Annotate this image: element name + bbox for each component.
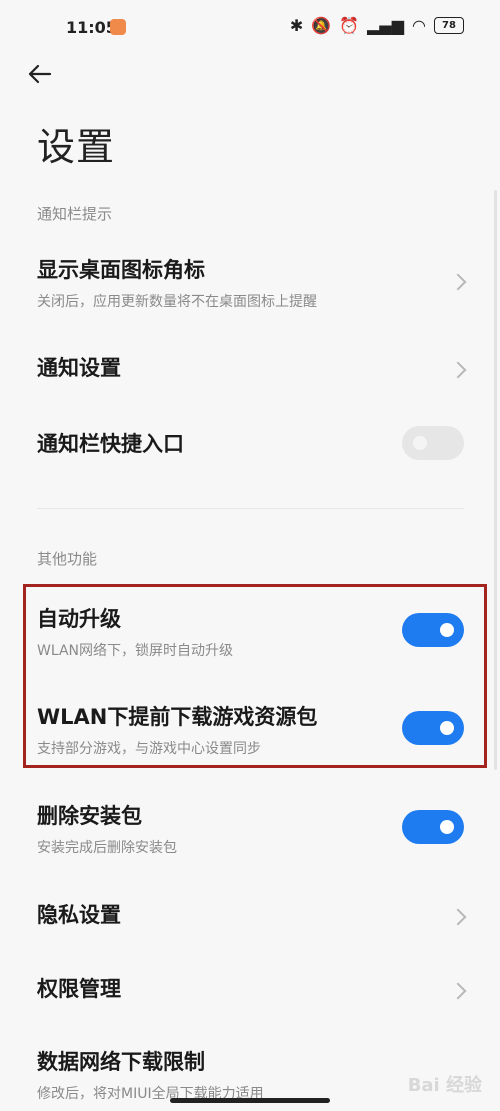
page-title: 设置 [37, 125, 116, 169]
mute-icon: 🔕 [311, 16, 332, 35]
toggle-knob [440, 820, 454, 834]
row-title: 权限管理 [37, 977, 121, 1001]
divider [37, 508, 464, 509]
row-title: 数据网络下载限制 [37, 1050, 205, 1074]
home-indicator[interactable] [170, 1098, 330, 1103]
auto-upgrade-toggle[interactable] [402, 613, 464, 647]
signal-icon: ▂▄▆ [367, 16, 405, 35]
row-subtitle: 支持部分游戏，与游戏中心设置同步 [37, 741, 261, 758]
bluetooth-icon: ✱ [289, 16, 304, 35]
row-predownload: WLAN下提前下载游戏资源包 支持部分游戏，与游戏中心设置同步 [37, 705, 464, 765]
toggle-knob [413, 436, 427, 450]
wifi-icon: ◠ [412, 16, 426, 35]
section-label-other: 其他功能 [37, 550, 98, 568]
status-bar: 11:05 ✱ 🔕 ⏰ ▂▄▆ ◠ 78 [0, 0, 500, 56]
delete-package-toggle[interactable] [402, 810, 464, 844]
row-notification-shortcut: 通知栏快捷入口 [37, 426, 464, 464]
row-permissions[interactable]: 权限管理 [37, 977, 467, 1007]
row-title: 删除安装包 [37, 804, 142, 828]
row-title: 自动升级 [37, 607, 121, 631]
row-auto-upgrade: 自动升级 WLAN网络下，锁屏时自动升级 [37, 607, 464, 667]
predownload-toggle[interactable] [402, 711, 464, 745]
row-delete-package: 删除安装包 安装完成后删除安装包 [37, 804, 464, 864]
toggle-knob [440, 623, 454, 637]
scrollbar[interactable] [494, 190, 497, 770]
row-title: 通知栏快捷入口 [37, 432, 184, 456]
row-title: 显示桌面图标角标 [37, 258, 205, 282]
watermark: Bai 经验 [407, 1075, 482, 1096]
alarm-icon: ⏰ [339, 16, 360, 35]
row-show-badge[interactable]: 显示桌面图标角标 关闭后，应用更新数量将不在桌面图标上提醒 [37, 258, 467, 318]
notification-shortcut-toggle[interactable] [402, 426, 464, 460]
row-title: 隐私设置 [37, 903, 121, 927]
row-notification-settings[interactable]: 通知设置 [37, 356, 467, 386]
row-subtitle: WLAN网络下，锁屏时自动升级 [37, 643, 234, 660]
battery-icon: 78 [434, 17, 464, 34]
app-notification-icon [110, 19, 126, 35]
row-title: 通知设置 [37, 356, 121, 380]
toggle-knob [440, 721, 454, 735]
status-icons: ✱ 🔕 ⏰ ▂▄▆ ◠ 78 [290, 16, 464, 35]
row-title: WLAN下提前下载游戏资源包 [37, 705, 318, 729]
row-subtitle: 关闭后，应用更新数量将不在桌面图标上提醒 [37, 294, 317, 311]
row-privacy[interactable]: 隐私设置 [37, 903, 467, 933]
back-arrow-icon[interactable] [24, 58, 56, 90]
row-subtitle: 安装完成后删除安装包 [37, 840, 177, 857]
section-label-notification: 通知栏提示 [37, 205, 113, 223]
